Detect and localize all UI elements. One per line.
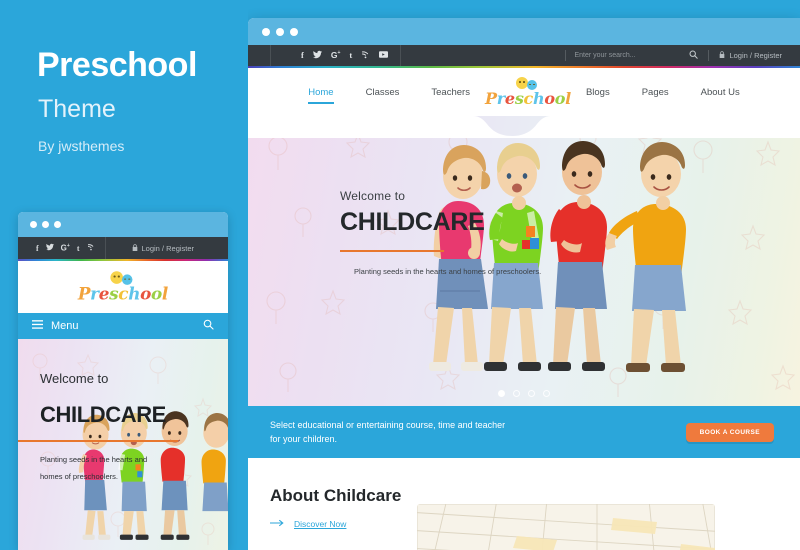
arrow-right-icon bbox=[269, 519, 286, 529]
mobile-preview-card: f G+ t Login / Register Preschool Menu W… bbox=[18, 212, 228, 550]
site-topbar: f G+ t Login / Register bbox=[248, 45, 800, 66]
slider-dot-1[interactable] bbox=[498, 390, 505, 397]
google-plus-icon[interactable]: G+ bbox=[61, 243, 70, 253]
hero-welcome-text: Welcome to bbox=[340, 189, 406, 203]
mobile-topbar: f G+ t Login / Register bbox=[18, 237, 228, 259]
site-logo[interactable]: Preschool bbox=[485, 77, 571, 108]
hamburger-icon[interactable] bbox=[32, 320, 43, 332]
slider-dot-2[interactable] bbox=[513, 390, 520, 397]
browser-preview-window: f G+ t Login / Register bbox=[248, 18, 800, 550]
lock-icon bbox=[719, 51, 725, 60]
hero-accent-rule bbox=[340, 250, 444, 252]
logo-smiley-faces bbox=[513, 77, 543, 90]
cta-line-2: for your children. bbox=[270, 434, 338, 444]
promo-subtitle: Theme bbox=[38, 95, 116, 123]
nav-item-pages[interactable]: Pages bbox=[626, 87, 685, 98]
login-label: Login / Register bbox=[729, 51, 782, 60]
login-register-link[interactable]: Login / Register bbox=[708, 50, 800, 61]
nav-item-teachers[interactable]: Teachers bbox=[415, 87, 486, 98]
slider-dot-4[interactable] bbox=[543, 390, 550, 397]
mobile-hero-desc: Planting seeds in the hearts and homes o… bbox=[40, 455, 148, 481]
mobile-hero-rule bbox=[18, 440, 178, 442]
main-navigation: Home Classes Teachers Preschool Blogs Pa… bbox=[248, 68, 800, 116]
mobile-login-register[interactable]: Login / Register bbox=[106, 243, 195, 253]
mobile-logo[interactable]: Preschool bbox=[18, 261, 228, 313]
discover-now-link[interactable]: Discover Now bbox=[269, 519, 401, 529]
promo-title: Preschool bbox=[37, 46, 197, 84]
window-dot-minimize[interactable] bbox=[42, 221, 49, 228]
window-dot-maximize[interactable] bbox=[290, 27, 298, 36]
mobile-hero-welcome: Welcome to bbox=[40, 371, 109, 386]
kid-red bbox=[548, 141, 607, 371]
window-dot-close[interactable] bbox=[262, 27, 270, 36]
rss-icon[interactable] bbox=[361, 50, 370, 61]
window-dot-minimize[interactable] bbox=[276, 27, 284, 36]
mobile-login-label: Login / Register bbox=[141, 243, 195, 253]
slider-dots bbox=[248, 390, 800, 397]
twitter-icon[interactable] bbox=[312, 50, 322, 61]
mobile-social-links: f G+ t bbox=[18, 237, 106, 259]
about-title: About Childcare bbox=[270, 486, 402, 505]
mobile-logo-text: Preschool bbox=[77, 283, 169, 304]
about-classroom-photo bbox=[417, 504, 716, 550]
logo-smiley-faces bbox=[107, 271, 139, 285]
nav-item-blogs[interactable]: Blogs bbox=[570, 87, 626, 98]
lock-icon bbox=[132, 243, 138, 253]
about-section: About Childcare Discover Now bbox=[248, 458, 800, 550]
mobile-menu-bar[interactable]: Menu bbox=[18, 313, 228, 339]
rss-icon[interactable] bbox=[87, 243, 95, 253]
nav-item-home[interactable]: Home bbox=[292, 87, 349, 104]
promo-byline: By jwsthemes bbox=[38, 138, 125, 154]
kid-orange bbox=[605, 142, 686, 372]
mobile-window-chrome bbox=[18, 212, 228, 237]
twitter-icon[interactable] bbox=[45, 243, 54, 253]
hero-slider: Welcome to CHILDCARE Planting seeds in t… bbox=[248, 116, 800, 406]
search-icon[interactable] bbox=[689, 50, 699, 61]
hero-text-block: Welcome to CHILDCARE Planting seeds in t… bbox=[340, 189, 541, 279]
mobile-hero-title: CHILDCARE bbox=[40, 402, 166, 427]
about-text-column: About Childcare Discover Now bbox=[269, 486, 402, 550]
search-box[interactable] bbox=[565, 50, 699, 61]
mobile-hero: Welcome to CHILDCARE Planting seeds in t… bbox=[18, 339, 228, 550]
search-input[interactable] bbox=[574, 52, 685, 59]
facebook-icon[interactable]: f bbox=[36, 244, 39, 253]
cta-line-1: Select educational or entertaining cours… bbox=[270, 419, 506, 430]
facebook-icon[interactable]: f bbox=[301, 51, 304, 60]
hero-title: CHILDCARE bbox=[340, 208, 485, 236]
mobile-menu-label: Menu bbox=[51, 320, 79, 332]
social-links: f G+ t bbox=[270, 45, 402, 66]
window-dot-maximize[interactable] bbox=[54, 221, 61, 228]
google-plus-icon[interactable]: G+ bbox=[331, 51, 341, 60]
discover-now-label: Discover Now bbox=[294, 519, 347, 529]
book-a-course-button[interactable]: BOOK A COURSE bbox=[685, 422, 774, 442]
nav-item-about-us[interactable]: About Us bbox=[685, 87, 756, 98]
logo-text: Preschool bbox=[485, 89, 571, 108]
window-dot-close[interactable] bbox=[30, 221, 37, 228]
tumblr-icon[interactable]: t bbox=[77, 244, 80, 253]
cta-text: Select educational or entertaining cours… bbox=[270, 418, 505, 447]
cta-band: Select educational or entertaining cours… bbox=[248, 406, 800, 458]
mobile-search-icon[interactable] bbox=[203, 319, 214, 333]
nav-item-classes[interactable]: Classes bbox=[350, 87, 416, 98]
slider-dot-3[interactable] bbox=[528, 390, 535, 397]
vimeo-icon[interactable] bbox=[379, 51, 389, 60]
tumblr-icon[interactable]: t bbox=[349, 51, 352, 60]
browser-window-chrome bbox=[248, 18, 800, 45]
hero-description: Planting seeds in the hearts and homes o… bbox=[354, 267, 542, 276]
